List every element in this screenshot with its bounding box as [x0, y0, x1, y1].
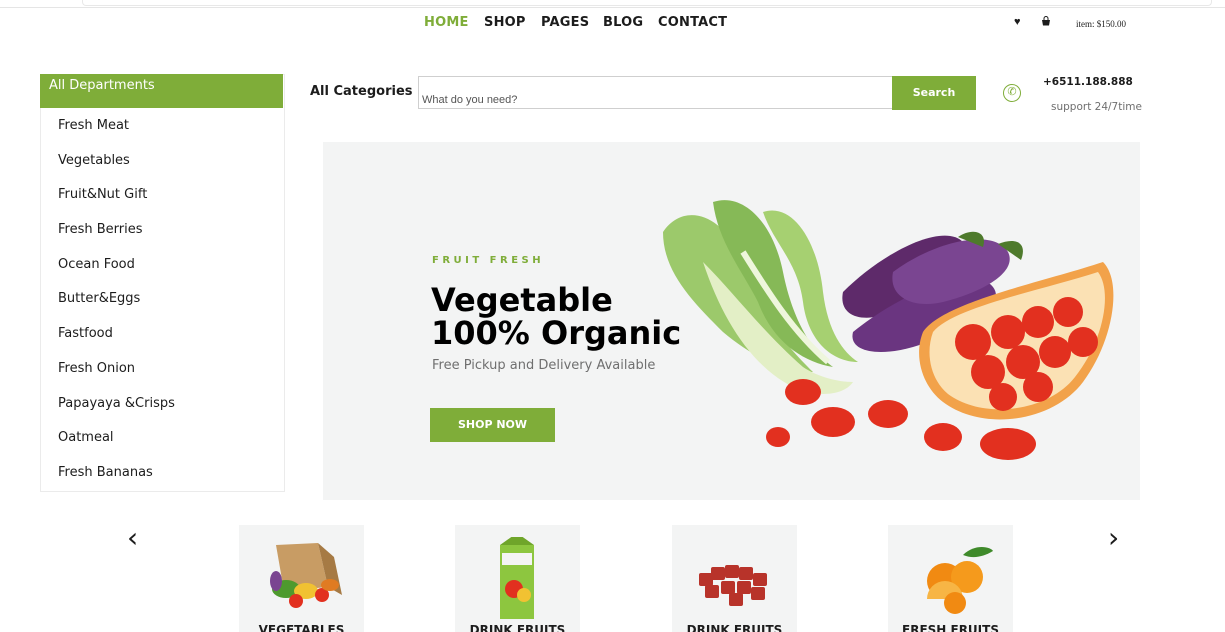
- oranges-icon: [927, 547, 993, 614]
- category-label: VEGETABLES: [258, 623, 345, 632]
- department-item[interactable]: Oatmeal: [58, 429, 175, 464]
- meat-cubes-icon: [699, 565, 767, 606]
- category-card[interactable]: DRINK FRUITS: [672, 525, 797, 632]
- phone-number: +6511.188.888: [1043, 76, 1133, 88]
- heart-icon[interactable]: ♥: [1014, 16, 1021, 28]
- hero-banner: FRUIT FRESH Vegetable 100% Organic Free …: [323, 142, 1140, 500]
- category-label: DRINK FRUITS: [686, 623, 783, 632]
- hero-vegetables-image: [663, 200, 1114, 460]
- department-item[interactable]: Fruit&Nut Gift: [58, 186, 175, 221]
- department-item[interactable]: Vegetables: [58, 152, 175, 187]
- carousel-prev-arrow[interactable]: ‹: [127, 524, 138, 552]
- department-item[interactable]: Butter&Eggs: [58, 290, 175, 325]
- hero-subtitle: Free Pickup and Delivery Available: [432, 358, 656, 373]
- cart-total: item: $150.00: [1076, 19, 1126, 29]
- search-form: [418, 76, 893, 109]
- bag-icon[interactable]: [1041, 16, 1051, 29]
- departments-panel: Fresh Meat Vegetables Fruit&Nut Gift Fre…: [40, 74, 285, 492]
- category-label: FRESH FRUITS: [902, 623, 999, 632]
- department-item[interactable]: Papayaya &Crisps: [58, 395, 175, 430]
- category-card[interactable]: VEGETABLES: [239, 525, 364, 632]
- carousel-next-arrow[interactable]: ›: [1108, 524, 1119, 552]
- category-card[interactable]: FRESH FRUITS: [888, 525, 1013, 632]
- nav-pages[interactable]: PAGES: [541, 15, 589, 30]
- bok-choy-illustration: [663, 200, 858, 394]
- department-item[interactable]: Fresh Bananas: [58, 464, 175, 499]
- department-item[interactable]: Ocean Food: [58, 256, 175, 291]
- all-categories-dropdown[interactable]: All Categories: [310, 84, 413, 99]
- department-item[interactable]: Fresh Berries: [58, 221, 175, 256]
- hero-eyebrow: FRUIT FRESH: [432, 255, 545, 266]
- all-departments-toggle[interactable]: All Departments: [40, 74, 283, 108]
- department-item[interactable]: Fresh Meat: [58, 117, 175, 152]
- grocery-bag-icon: [270, 543, 342, 608]
- category-label: DRINK FRUITS: [469, 623, 566, 632]
- support-text: support 24/7time: [1051, 101, 1142, 113]
- search-input[interactable]: [419, 77, 893, 108]
- department-item[interactable]: Fresh Onion: [58, 360, 175, 395]
- nav-blog[interactable]: BLOG: [603, 15, 643, 30]
- category-card[interactable]: DRINK FRUITS: [455, 525, 580, 632]
- phone-icon: ✆: [1003, 84, 1021, 102]
- nav-home[interactable]: HOME: [424, 15, 469, 30]
- juice-carton-icon: [500, 537, 534, 619]
- shop-now-button[interactable]: SHOP NOW: [430, 408, 555, 442]
- departments-list: Fresh Meat Vegetables Fruit&Nut Gift Fre…: [58, 117, 175, 499]
- search-button[interactable]: Search: [892, 76, 976, 110]
- department-item[interactable]: Fastfood: [58, 325, 175, 360]
- browser-top-strip: [0, 0, 1225, 8]
- browser-address-edge: [82, 0, 1212, 6]
- nav-contact[interactable]: CONTACT: [658, 15, 727, 30]
- nav-shop[interactable]: SHOP: [484, 15, 526, 30]
